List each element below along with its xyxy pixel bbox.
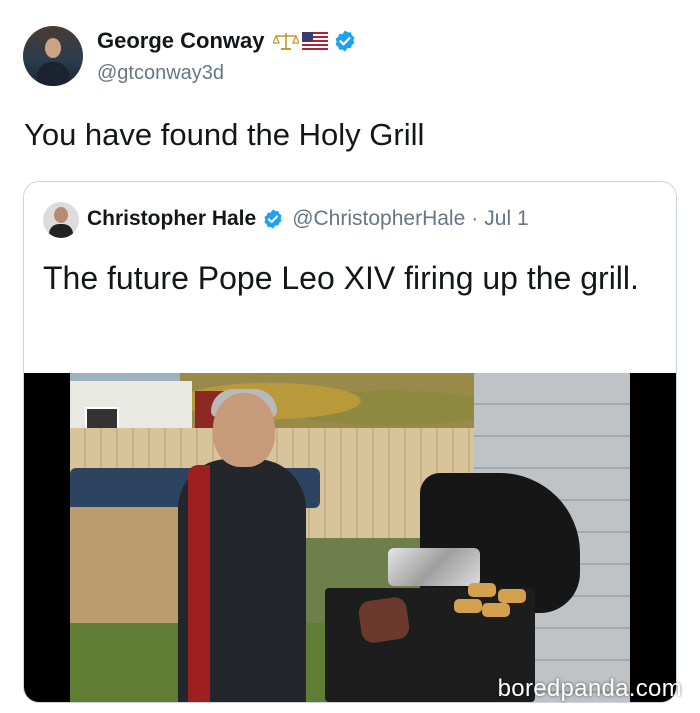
quoted-author-name[interactable]: Christopher Hale — [87, 207, 256, 231]
grill-photo-scene — [70, 373, 630, 702]
quoted-author-handle[interactable]: @ChristopherHale — [292, 207, 465, 231]
tweet-text: You have found the Holy Grill — [24, 117, 425, 152]
quoted-tweet-photo[interactable] — [24, 373, 676, 702]
quoted-tweet-header: Christopher Hale @ChristopherHale · Jul … — [87, 207, 529, 231]
scales-icon — [273, 33, 300, 50]
separator-dot: · — [471, 207, 479, 230]
quoted-tweet-date[interactable]: Jul 1 — [484, 207, 528, 231]
quoted-author-avatar[interactable] — [43, 202, 79, 238]
author-row: George Conway — [97, 28, 357, 54]
author-handle[interactable]: @gtconway3d — [97, 62, 224, 85]
author-name[interactable]: George Conway — [97, 28, 264, 54]
verified-icon — [336, 30, 355, 52]
watermark: boredpanda.com — [497, 675, 682, 702]
quoted-tweet-card[interactable]: Christopher Hale @ChristopherHale · Jul … — [23, 181, 677, 703]
author-avatar[interactable] — [23, 26, 83, 86]
us-flag-icon — [302, 32, 329, 50]
quoted-tweet-text: The future Pope Leo XIV firing up the gr… — [43, 260, 639, 296]
verified-icon — [264, 209, 282, 229]
